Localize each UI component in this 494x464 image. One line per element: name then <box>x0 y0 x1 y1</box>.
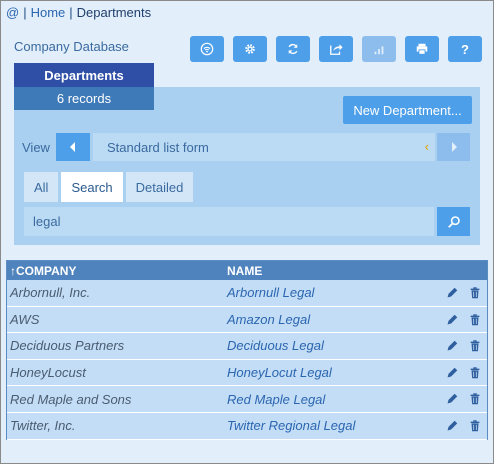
search-icon <box>447 215 460 228</box>
breadcrumb-separator: | <box>69 4 73 20</box>
export-button[interactable] <box>319 36 353 62</box>
pencil-icon[interactable] <box>445 392 459 406</box>
pencil-icon[interactable] <box>445 339 459 353</box>
gear-icon <box>245 44 255 54</box>
breadcrumb-separator: | <box>23 4 27 20</box>
company-cell: HoneyLocust <box>10 365 86 381</box>
tab-detailed[interactable]: Detailed <box>125 172 194 202</box>
next-view-button[interactable] <box>437 133 470 161</box>
search-input[interactable] <box>24 207 434 236</box>
column-header-name[interactable]: NAME <box>227 264 262 278</box>
company-cell: Deciduous Partners <box>10 338 125 354</box>
trash-icon[interactable] <box>468 339 482 353</box>
trash-icon[interactable] <box>468 366 482 380</box>
pencil-icon[interactable] <box>445 366 459 380</box>
table-row[interactable]: Deciduous Partners Deciduous Legal <box>7 333 487 360</box>
department-name-link[interactable]: Deciduous Legal <box>227 338 324 353</box>
department-name-link[interactable]: Twitter Regional Legal <box>227 418 355 433</box>
help-icon: ? <box>461 41 469 57</box>
breadcrumb-home-link[interactable]: Home <box>31 5 66 20</box>
help-button[interactable]: ? <box>448 36 482 62</box>
search-button[interactable] <box>437 207 470 236</box>
table-row[interactable]: Red Maple and Sons Red Maple Legal <box>7 386 487 413</box>
table-row[interactable]: HoneyLocust HoneyLocut Legal <box>7 359 487 387</box>
company-cell: AWS <box>10 311 40 327</box>
departments-title: Departments <box>14 63 154 87</box>
printer-icon <box>416 43 428 55</box>
refresh-button[interactable] <box>276 36 310 62</box>
tab-search[interactable]: Search <box>61 172 123 202</box>
wifi-button[interactable] <box>190 36 224 62</box>
department-name-link[interactable]: Amazon Legal <box>227 312 310 327</box>
export-icon <box>330 44 343 55</box>
table-row[interactable]: AWS Amazon Legal <box>7 306 487 334</box>
department-name-link[interactable]: Arbornull Legal <box>227 285 314 300</box>
at-link[interactable]: @ <box>6 5 19 20</box>
chart-icon <box>374 46 384 55</box>
department-name-link[interactable]: Red Maple Legal <box>227 392 325 407</box>
breadcrumb-current: Departments <box>76 4 152 20</box>
trash-icon[interactable] <box>468 313 482 327</box>
database-title: Company Database <box>14 39 129 54</box>
pencil-icon[interactable] <box>445 313 459 327</box>
departments-table: ↑COMPANY NAME Arbornull, Inc. Arbornull L… <box>6 260 488 440</box>
settings-button[interactable] <box>233 36 267 62</box>
table-row[interactable]: Arbornull, Inc. Arbornull Legal <box>7 280 487 307</box>
view-label: View <box>22 140 50 155</box>
pencil-icon[interactable] <box>445 286 459 300</box>
trash-icon[interactable] <box>468 419 482 433</box>
company-cell: Arbornull, Inc. <box>10 285 91 301</box>
view-select-value: Standard list form <box>107 139 209 155</box>
trash-icon[interactable] <box>468 286 482 300</box>
caret-right-icon <box>451 142 457 152</box>
records-count: 6 records <box>14 87 154 110</box>
new-department-button[interactable]: New Department... <box>343 96 472 124</box>
tab-all[interactable]: All <box>24 172 59 202</box>
view-select[interactable]: Standard list form ‹ <box>93 133 435 161</box>
column-header-company[interactable]: ↑COMPANY <box>10 264 76 278</box>
company-cell: Twitter, Inc. <box>10 418 76 434</box>
table-header: ↑COMPANY NAME <box>7 261 487 280</box>
view-tabs: All Search Detailed <box>24 172 196 202</box>
chart-button[interactable] <box>362 36 396 62</box>
department-name-link[interactable]: HoneyLocut Legal <box>227 365 332 380</box>
chevron-left-icon: ‹ <box>424 139 429 154</box>
table-row[interactable]: Twitter, Inc. Twitter Regional Legal <box>7 412 487 440</box>
print-button[interactable] <box>405 36 439 62</box>
pencil-icon[interactable] <box>445 419 459 433</box>
refresh-icon <box>288 43 298 55</box>
breadcrumb: @ | Home | Departments <box>6 3 151 21</box>
caret-left-icon <box>70 142 75 152</box>
company-cell: Red Maple and Sons <box>10 391 132 407</box>
wifi-icon <box>200 42 214 56</box>
previous-view-button[interactable] <box>56 133 90 161</box>
trash-icon[interactable] <box>468 392 482 406</box>
